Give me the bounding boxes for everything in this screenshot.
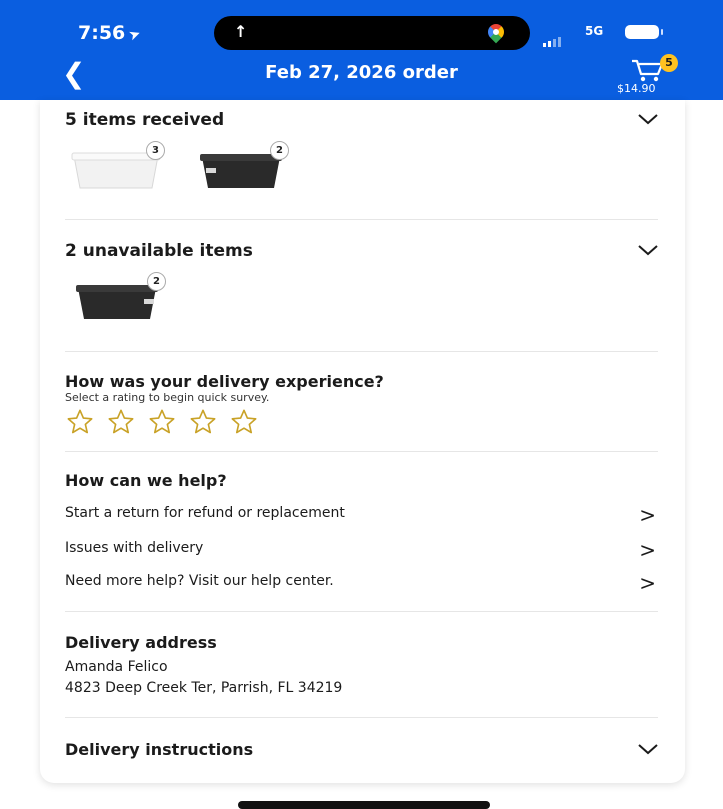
star-icon[interactable] [106, 408, 136, 436]
page-title: Feb 27, 2026 order [265, 62, 458, 83]
help-link-label: Issues with delivery [65, 540, 204, 556]
received-section-title: 5 items received [65, 110, 225, 130]
chevron-right-icon: > [639, 571, 656, 595]
quantity-badge: 2 [147, 272, 166, 291]
help-section-title: How can we help? [65, 471, 227, 490]
quantity-badge: 3 [146, 141, 165, 160]
chevron-right-icon: > [639, 538, 656, 562]
product-thumbnail-black-bin[interactable] [74, 283, 160, 327]
maps-pin-icon [484, 20, 508, 44]
instructions-section-title: Delivery instructions [65, 740, 254, 759]
section-divider [65, 351, 658, 352]
chevron-right-icon: > [639, 503, 656, 527]
unavailable-section-title: 2 unavailable items [65, 241, 253, 261]
status-time: 7:56 ➤ [78, 22, 144, 45]
chevron-down-icon[interactable] [637, 243, 659, 257]
quantity-badge: 2 [270, 141, 289, 160]
survey-question: How was your delivery experience? [65, 372, 384, 391]
product-thumbnail-black-bin[interactable] [198, 152, 284, 196]
chevron-down-icon[interactable] [637, 742, 659, 756]
section-divider [65, 219, 658, 220]
star-icon[interactable] [147, 408, 177, 436]
cart-total: $14.90 [617, 82, 656, 95]
help-link-label: Need more help? Visit our help center. [65, 573, 334, 589]
section-divider [65, 611, 658, 612]
survey-subtitle: Select a rating to begin quick survey. [65, 391, 270, 404]
section-divider [65, 451, 658, 452]
star-icon[interactable] [65, 408, 95, 436]
signal-icon [543, 28, 563, 47]
upload-arrow-icon: ↑ [234, 22, 248, 41]
home-indicator [238, 801, 490, 809]
cart-count-badge: 5 [660, 54, 678, 72]
address-section-title: Delivery address [65, 633, 217, 652]
star-icon[interactable] [229, 408, 259, 436]
address-name: Amanda Felico [65, 659, 168, 675]
battery-icon [625, 25, 663, 39]
star-rating[interactable] [65, 408, 265, 440]
help-link-label: Start a return for refund or replacement [65, 505, 345, 521]
section-divider [65, 717, 658, 718]
dynamic-island: ↑ [214, 16, 530, 50]
top-bar: 7:56 ➤ ↑ 5G ❮ Feb 27, 2026 order 5 $14.90 [0, 0, 723, 100]
network-type: 5G [585, 24, 604, 38]
star-icon[interactable] [188, 408, 218, 436]
chevron-down-icon[interactable] [637, 112, 659, 126]
address-street: 4823 Deep Creek Ter, Parrish, FL 34219 [65, 680, 343, 696]
location-arrow-icon: ➤ [126, 25, 144, 45]
